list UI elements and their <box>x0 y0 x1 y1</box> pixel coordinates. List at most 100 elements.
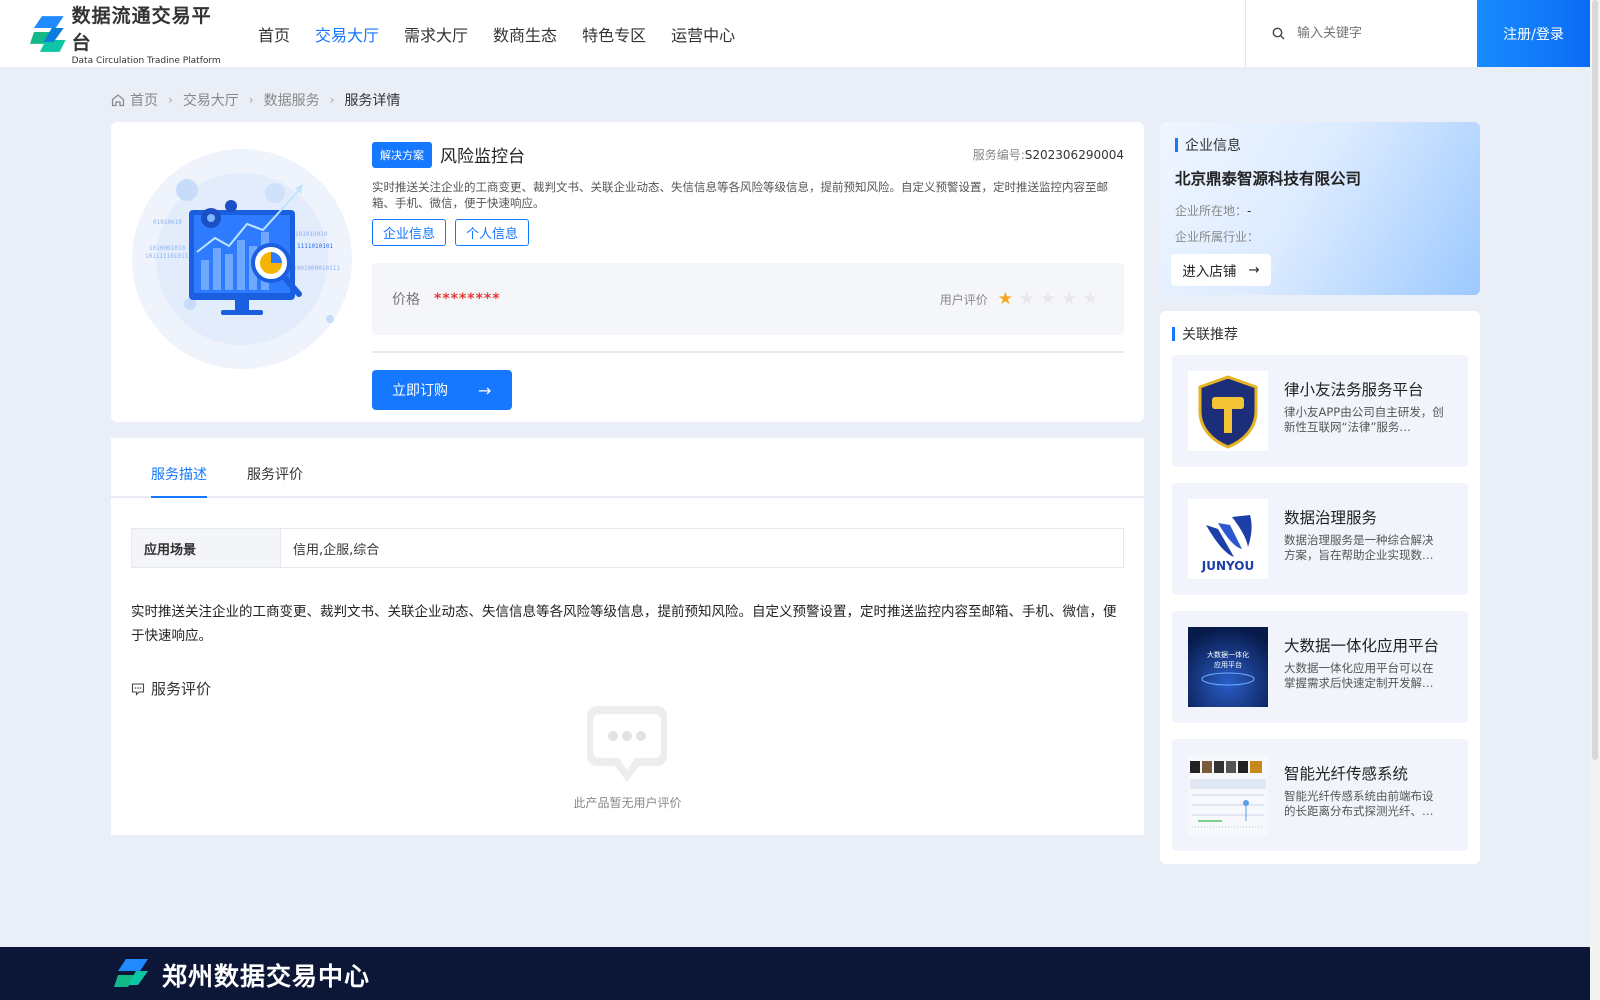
gavel-shield-icon <box>1188 371 1268 451</box>
tab-service-review[interactable]: 服务评价 <box>247 464 303 496</box>
tag-personal-info[interactable]: 个人信息 <box>455 219 530 246</box>
rating-label: 用户评价 <box>939 292 988 307</box>
related-recommendations: 关联推荐 律小友法务服务平台 律小友APP由公司自主研发，创新性互联网“法律”服… <box>1160 311 1480 864</box>
breadcrumb-trading-hall[interactable]: 交易大厅 <box>183 90 239 110</box>
scrollbar-thumb[interactable] <box>1592 0 1598 760</box>
nav-special-zone[interactable]: 特色专区 <box>582 22 646 46</box>
site-logo[interactable]: 数据流通交易平台 Data Circulation Tradine Platfo… <box>30 1 230 66</box>
search-box <box>1245 0 1477 67</box>
main-nav: 首页 交易大厅 需求大厅 数商生态 特色专区 运营中心 <box>258 22 760 46</box>
enter-shop-button[interactable]: 进入店铺 → <box>1171 254 1271 286</box>
company-location: 企业所在地：- <box>1175 202 1251 219</box>
enter-shop-label: 进入店铺 <box>1182 264 1237 280</box>
arrow-right-icon: → <box>478 380 492 400</box>
recommendation-item[interactable]: 大数据一体化 应用平台 大数据一体化应用平台 大数据一体化应用平台可以在掌握需求… <box>1172 611 1468 723</box>
scene-value: 信用,企服,综合 <box>293 542 380 558</box>
comment-icon <box>131 682 145 696</box>
search-input[interactable] <box>1297 26 1467 41</box>
recommendation-item[interactable]: 智能光纤传感系统 智能光纤传感系统由前端布设的长距离分布式探测光纤、… <box>1172 739 1468 851</box>
star-icon[interactable]: ★ <box>1083 289 1098 309</box>
price-label: 价格 <box>392 292 420 308</box>
solution-badge: 解决方案 <box>372 141 432 168</box>
star-icon[interactable]: ★ <box>1040 289 1055 309</box>
rec-name: 大数据一体化应用平台 <box>1284 637 1440 655</box>
company-section-label: 企业信息 <box>1185 138 1241 154</box>
nav-operation-center[interactable]: 运营中心 <box>671 22 735 46</box>
tab-service-description[interactable]: 服务描述 <box>151 464 207 498</box>
logo-subtitle: Data Circulation Tradine Platform <box>71 56 221 66</box>
nav-ecosystem[interactable]: 数商生态 <box>493 22 557 46</box>
star-icon[interactable]: ★ <box>1062 289 1077 309</box>
service-detail-card: 服务描述 服务评价 应用场景 信用,企服,综合 实时推送关注企业的工商变更、裁判… <box>111 438 1144 835</box>
logo-mark-icon <box>30 15 66 52</box>
star-icon[interactable]: ★ <box>1019 289 1034 309</box>
breadcrumb: 首页 › 交易大厅 › 数据服务 › 服务详情 <box>111 90 400 110</box>
home-icon[interactable] <box>111 93 125 107</box>
nav-home[interactable]: 首页 <box>258 22 290 46</box>
svg-text:1001000010111: 1001000010111 <box>293 265 340 272</box>
footer-logo-mark-icon <box>114 959 148 987</box>
svg-text:应用平台: 应用平台 <box>1214 660 1242 669</box>
title-accent-bar <box>1172 327 1175 341</box>
search-icon[interactable] <box>1272 27 1285 40</box>
rec-name: 智能光纤传感系统 <box>1284 765 1409 783</box>
review-title: 服务评价 <box>151 680 212 698</box>
related-section-label: 关联推荐 <box>1182 327 1238 343</box>
chevron-right-icon: › <box>168 93 173 107</box>
breadcrumb-data-service[interactable]: 数据服务 <box>264 90 320 110</box>
recommendation-item[interactable]: 律小友法务服务平台 律小友APP由公司自主研发，创新性互联网“法律”服务… <box>1172 355 1468 467</box>
company-name: 北京鼎泰智源科技有限公司 <box>1175 170 1362 188</box>
company-info-card: 企业信息 北京鼎泰智源科技有限公司 企业所在地：- 企业所属行业： 进入店铺 → <box>1160 122 1480 295</box>
top-header: 数据流通交易平台 Data Circulation Tradine Platfo… <box>0 0 1590 67</box>
rec-thumbnail <box>1188 755 1268 835</box>
breadcrumb-current: 服务详情 <box>344 93 401 109</box>
order-now-button[interactable]: 立即订购 → <box>372 370 512 410</box>
price-box: 价格 ******** 用户评价 ★ ★ ★ ★ ★ <box>372 263 1124 335</box>
review-section-title: 服务评价 <box>131 678 211 699</box>
svg-text:101111101011: 101111101011 <box>145 253 189 260</box>
related-section-title: 关联推荐 <box>1172 324 1238 344</box>
product-tags: 企业信息 个人信息 <box>372 219 1124 246</box>
logo-title: 数据流通交易平台 <box>71 5 212 54</box>
rec-description: 大数据一体化应用平台可以在掌握需求后快速定制开发解… <box>1284 661 1434 690</box>
rec-description: 律小友APP由公司自主研发，创新性互联网“法律”服务… <box>1284 405 1444 434</box>
company-section-title: 企业信息 <box>1175 135 1241 155</box>
rec-name: 数据治理服务 <box>1284 509 1378 527</box>
company-industry-label: 企业所属行业： <box>1175 230 1260 244</box>
chevron-right-icon: › <box>329 93 335 107</box>
divider <box>372 351 1124 353</box>
svg-text:101010010: 101010010 <box>295 231 328 238</box>
product-card: 01010010 1010001010 101111101011 1010100… <box>111 122 1144 422</box>
page-scrollbar[interactable] <box>1590 0 1600 1000</box>
company-location-value: - <box>1247 204 1252 218</box>
user-rating: 用户评价 ★ ★ ★ ★ ★ <box>940 289 1104 309</box>
svg-text:1111010101: 1111010101 <box>297 243 334 250</box>
service-long-description: 实时推送关注企业的工商变更、裁判文书、关联企业动态、失信信息等各风险等级信息，提… <box>131 604 1117 644</box>
star-icon[interactable]: ★ <box>998 289 1013 309</box>
company-location-label: 企业所在地： <box>1175 204 1248 218</box>
page-footer: 郑州数据交易中心 <box>0 947 1590 1000</box>
svg-text:01010010: 01010010 <box>153 219 182 226</box>
scene-label: 应用场景 <box>132 529 281 567</box>
bigdata-banner-image: 大数据一体化 应用平台 <box>1188 627 1268 707</box>
product-illustration: 01010010 1010001010 101111101011 1010100… <box>132 149 352 369</box>
login-register-button[interactable]: 注册/登录 <box>1477 0 1590 67</box>
application-scene-table: 应用场景 信用,企服,综合 <box>131 528 1124 568</box>
service-number-value: S202306290004 <box>1024 148 1124 162</box>
service-number-label: 服务编号: <box>972 148 1025 162</box>
title-accent-bar <box>1175 138 1178 152</box>
order-now-label: 立即订购 <box>392 383 448 399</box>
footer-logo[interactable]: 郑州数据交易中心 <box>114 957 370 993</box>
recommendation-item[interactable]: JUNYOU 数据治理服务 数据治理服务是一种综合解决方案，旨在帮助企业实现数… <box>1172 483 1468 595</box>
rec-thumbnail: 大数据一体化 应用平台 <box>1188 627 1268 707</box>
empty-comment-icon <box>587 706 667 782</box>
nav-demand-hall[interactable]: 需求大厅 <box>404 22 468 46</box>
junyou-logo: JUNYOU <box>1188 499 1268 579</box>
empty-review-text: 此产品暂无用户评价 <box>573 796 682 810</box>
breadcrumb-home[interactable]: 首页 <box>130 90 158 110</box>
nav-trading-hall[interactable]: 交易大厅 <box>315 22 379 46</box>
svg-text:大数据一体化: 大数据一体化 <box>1207 650 1249 659</box>
tag-enterprise-info[interactable]: 企业信息 <box>372 219 447 246</box>
detail-tabs: 服务描述 服务评价 <box>111 438 1144 498</box>
company-industry: 企业所属行业： <box>1175 228 1259 245</box>
